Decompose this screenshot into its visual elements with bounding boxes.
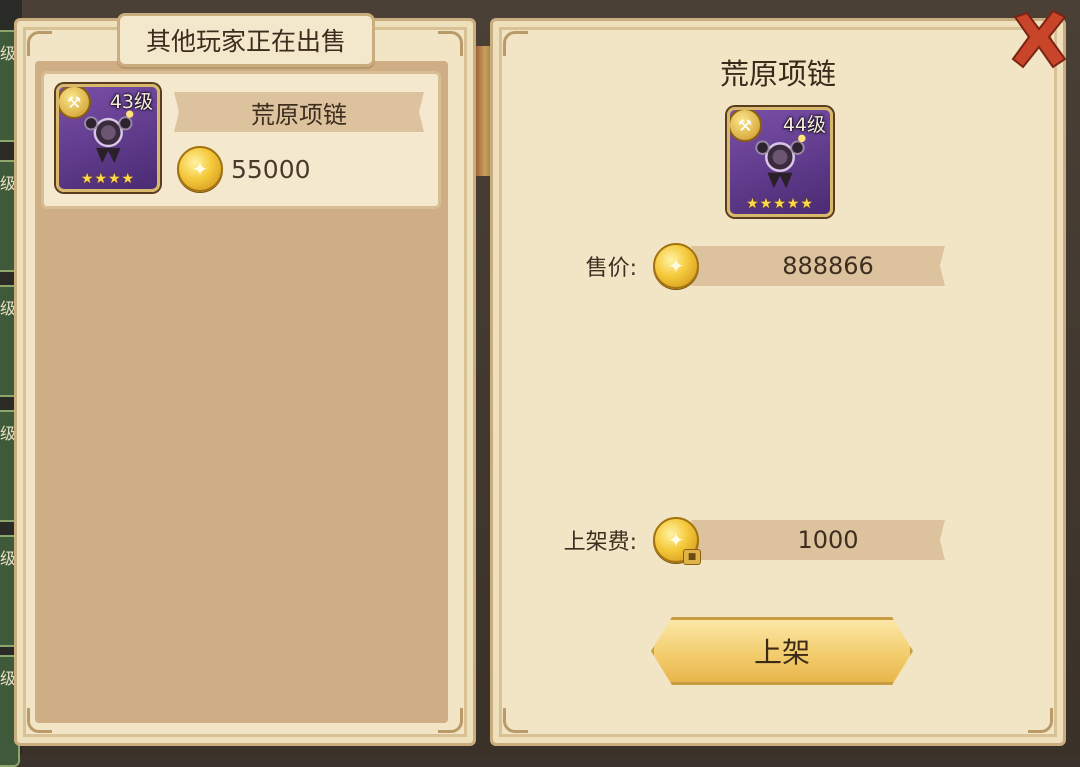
axe-badge-icon: ⚒ [59, 87, 91, 119]
close-button[interactable] [1004, 4, 1074, 74]
panel-ornament [438, 31, 463, 56]
item-level: 44级 [782, 114, 826, 136]
sell-item-icon[interactable]: ⚒ 44级 ★★★★★ [727, 107, 833, 217]
sale-price-input[interactable]: 888866 [691, 246, 945, 286]
item-stars: ★★★★★ [746, 196, 814, 212]
sell-item-panel: 荒原项链 ⚒ 44级 ★★★★★ 售价: ✦ 888866 上架费: ✦ ■ 10… [490, 18, 1066, 746]
sell-item-name: 荒原项链 [719, 57, 836, 91]
panel-title: 其他玩家正在出售 [117, 13, 375, 67]
listing-card[interactable]: ⚒ 43级 ★★★★ 荒原项链 ✦ 55000 [41, 71, 441, 209]
listing-price: 55000 [231, 154, 311, 184]
panel-ornament [503, 708, 528, 733]
gold-coin-icon: ✦ [177, 146, 223, 192]
sale-price-label: 售价: [585, 256, 637, 281]
item-level: 43级 [109, 91, 153, 113]
listing-fee-value: 1000 [691, 520, 945, 560]
listing-fee-row: 上架费: ✦ ■ 1000 [533, 517, 945, 565]
listing-price-row: ✦ 55000 [177, 146, 311, 192]
listing-fee-label: 上架费: [563, 530, 637, 555]
close-icon [1011, 9, 1067, 69]
list-item-button[interactable]: 上架 [651, 617, 913, 685]
axe-badge-icon: ⚒ [730, 110, 762, 142]
panel-ornament [27, 31, 52, 56]
listing-item-name: 荒原项链 [174, 92, 424, 132]
gold-coin-icon: ✦ [653, 243, 699, 289]
lock-icon: ■ [683, 549, 701, 565]
sale-price-row: 售价: ✦ 888866 [533, 243, 945, 289]
panel-ornament [1028, 708, 1053, 733]
bound-gold-coin-icon: ✦ ■ [653, 517, 701, 565]
item-stars: ★★★★ [80, 171, 136, 187]
other-players-listing-panel: 其他玩家正在出售 ⚒ 43级 ★★★★ 荒原项链 ✦ 55000 [14, 13, 476, 746]
item-icon[interactable]: ⚒ 43级 ★★★★ [56, 84, 160, 192]
